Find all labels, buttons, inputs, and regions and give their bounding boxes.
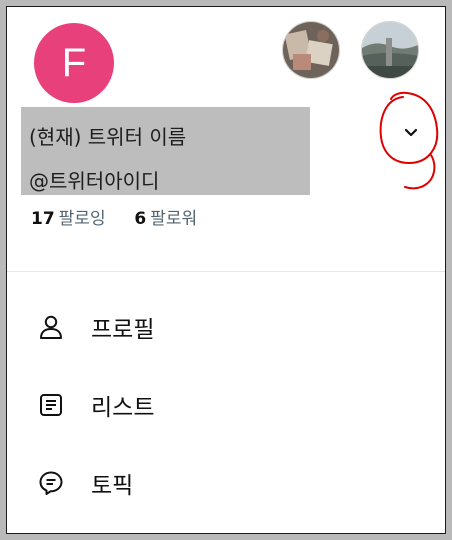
account-photo-1	[283, 22, 339, 78]
other-account-avatar-1[interactable]	[282, 21, 340, 79]
person-icon	[37, 313, 65, 341]
menu-item-profile[interactable]: 프로필	[7, 297, 445, 357]
account-photo-2	[362, 22, 418, 78]
menu-item-label: 프로필	[91, 317, 155, 343]
following-count: 17	[31, 209, 55, 229]
chevron-down-icon	[404, 128, 418, 137]
other-account-avatar-2[interactable]	[361, 21, 419, 79]
account-switch-button[interactable]	[399, 120, 423, 144]
account-drawer: F (현재) 트위터 이름 @트위터아이디 17 팔로잉 6 팔로워 프로필 리…	[6, 6, 446, 534]
user-handle: @트위터아이디	[29, 169, 160, 193]
followers-count: 6	[134, 209, 147, 229]
menu-item-lists[interactable]: 리스트	[7, 375, 445, 435]
followers-label: 팔로워	[150, 209, 198, 229]
followers-link[interactable]: 6 팔로워	[134, 209, 197, 229]
menu-item-label: 리스트	[91, 395, 155, 421]
menu-item-topics[interactable]: 토픽	[7, 453, 445, 513]
divider	[7, 271, 445, 272]
following-label: 팔로잉	[58, 209, 106, 229]
following-link[interactable]: 17 팔로잉	[31, 209, 111, 229]
display-name: (현재) 트위터 이름	[29, 125, 187, 149]
menu-item-label: 토픽	[91, 473, 134, 499]
follow-stats: 17 팔로잉 6 팔로워	[31, 204, 197, 229]
topic-icon	[37, 469, 65, 497]
avatar[interactable]: F	[34, 23, 114, 103]
list-icon	[37, 391, 65, 419]
